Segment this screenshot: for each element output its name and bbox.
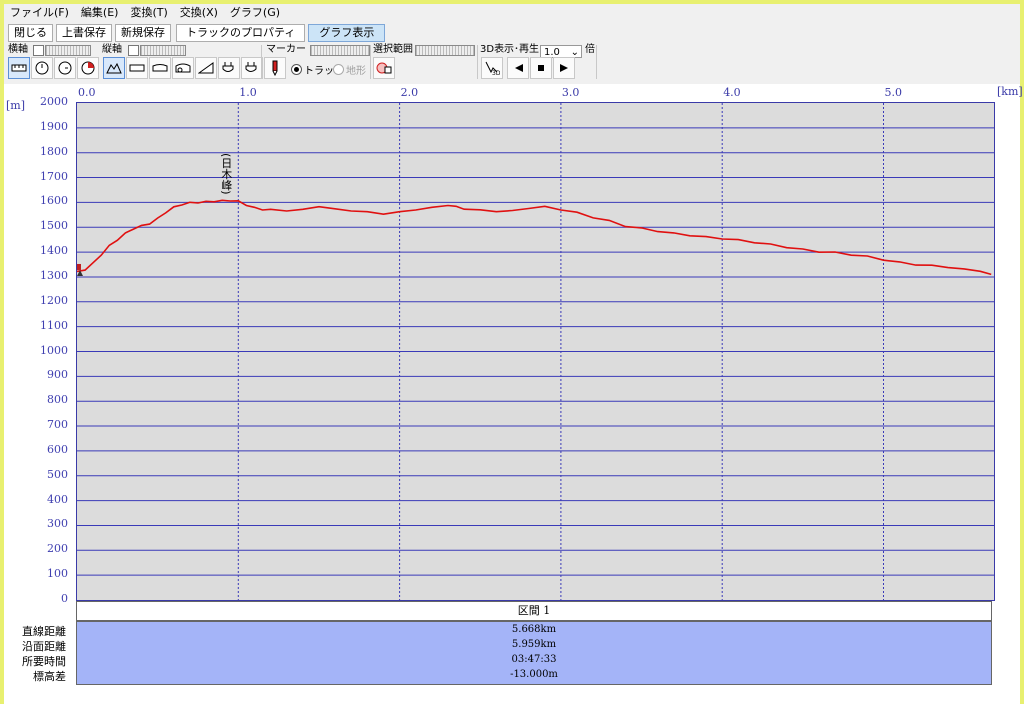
y-tick-label: 1000	[40, 343, 68, 357]
y-tick-label: 1300	[40, 268, 68, 282]
duration-value: 03:47:33	[511, 654, 557, 665]
peak-annotation: (日木峰)	[220, 153, 233, 195]
play-icon[interactable]	[553, 57, 575, 79]
y-tick-label: 1100	[40, 318, 68, 332]
toolbar-separator	[370, 45, 371, 79]
x-tick-label: 4.0	[723, 86, 741, 99]
graph-view-button[interactable]: グラフ表示	[308, 24, 386, 42]
clock-123-icon[interactable]	[54, 57, 76, 79]
menu-edit[interactable]: 編集(E)	[75, 4, 125, 22]
y-tick-label: 1500	[40, 219, 68, 233]
radio-terrain[interactable]: 地形	[333, 62, 366, 77]
menu-convert[interactable]: 変換(T)	[124, 4, 173, 22]
y-tick-label: 1200	[40, 293, 68, 307]
x-axis-checkbox[interactable]	[33, 45, 44, 56]
radio-terrain-dot	[333, 64, 344, 75]
elevation-chart-svg: (日木峰)	[76, 103, 994, 600]
x-axis-slider[interactable]	[45, 45, 91, 56]
segment-values: 5.668km 5.959km 03:47:33 -13.000m	[76, 621, 992, 685]
toolbar-separator	[261, 45, 262, 79]
save-new-button[interactable]: 新規保存	[115, 24, 171, 42]
close-button[interactable]: 閉じる	[8, 24, 53, 42]
elevation-diff-value: -13.000m	[510, 669, 558, 680]
menu-file[interactable]: ファイル(F)	[4, 4, 75, 22]
action-button-row: 閉じる 上書保存 新規保存 トラックのプロパティ グラフ表示	[8, 24, 386, 42]
chart-grid	[77, 103, 994, 600]
pie-clock-icon[interactable]	[77, 57, 99, 79]
y-tick-label: 400	[47, 492, 68, 506]
x-unit-label: [km]	[997, 85, 1023, 98]
slope-icon[interactable]	[195, 57, 217, 79]
horizontal-ruler-icon[interactable]	[126, 57, 148, 79]
selection-slider[interactable]	[415, 45, 475, 56]
y-tick-label: 1400	[40, 244, 68, 258]
elevation-profile-icon[interactable]	[103, 57, 125, 79]
y-axis-checkbox[interactable]	[128, 45, 139, 56]
y-tick-label: 700	[47, 418, 68, 432]
y-tick-label: 2000	[40, 95, 68, 108]
track-properties-button[interactable]: トラックのプロパティ	[176, 24, 306, 42]
plug-2-icon[interactable]	[241, 57, 263, 79]
x-tick-label: 1.0	[239, 86, 257, 99]
y-tick-label: 800	[47, 393, 68, 407]
y-tick-label: 600	[47, 442, 68, 456]
y-axis-slider[interactable]	[140, 45, 186, 56]
view-3d-text: 3D	[492, 70, 500, 76]
playback-label: 3D表示･再生	[480, 44, 540, 55]
marker-label: マーカー	[266, 44, 306, 55]
radio-track-dot	[291, 64, 302, 75]
start-marker	[77, 263, 81, 270]
x-tick-label: 5.0	[884, 86, 903, 99]
x-tick-label: 0.0	[78, 86, 96, 99]
y-tick-label: 200	[47, 542, 68, 556]
marker-slider[interactable]	[310, 45, 370, 56]
radio-terrain-label: 地形	[346, 66, 366, 77]
x-tick-label: 3.0	[561, 86, 580, 99]
y-tick-label: 1900	[40, 119, 68, 133]
surface-distance-value: 5.959km	[511, 639, 557, 650]
toolbar-separator	[596, 45, 597, 79]
y-tick-label: 900	[47, 368, 68, 382]
marker-pen-icon[interactable]	[264, 57, 286, 79]
flat-area-icon[interactable]	[149, 57, 171, 79]
duration-label: 所要時間	[22, 655, 66, 668]
y-tick-label: 300	[47, 517, 68, 531]
x-tick-label: 2.0	[400, 86, 419, 99]
surface-distance-label: 沿面距離	[22, 640, 66, 653]
curved-area-icon[interactable]	[172, 57, 194, 79]
y-tick-label: 500	[47, 467, 68, 481]
x-axis-label: 横軸	[8, 44, 28, 55]
y-tick-label: 1700	[40, 169, 68, 183]
y-tick-label: 1800	[40, 144, 68, 158]
selection-label: 選択範囲	[373, 44, 413, 55]
stop-icon[interactable]	[530, 57, 552, 79]
y-tick-label: 0	[61, 592, 68, 605]
elevation-diff-label: 標高差	[33, 670, 66, 683]
straight-distance-label: 直線距離	[22, 625, 66, 638]
view-3d-icon[interactable]: 3D	[481, 57, 503, 79]
segment-header: 区間 1	[76, 601, 992, 621]
y-tick-label: 1600	[40, 194, 68, 208]
clock-icon[interactable]	[31, 57, 53, 79]
straight-distance-value: 5.668km	[511, 624, 557, 635]
toolbar-separator	[477, 45, 478, 79]
ruler-icon[interactable]	[8, 57, 30, 79]
graph-toolbar: 横軸 縦軸 マーカー トラック 地形 選択範囲 3D表示･再生 1.0 ⌄ 倍 …	[4, 43, 1020, 83]
elevation-line	[76, 199, 992, 276]
overwrite-save-button[interactable]: 上書保存	[56, 24, 112, 42]
y-axis-label: 縦軸	[102, 44, 122, 55]
y-tick-label: 100	[47, 567, 68, 581]
menu-exchange[interactable]: 交換(X)	[174, 4, 224, 22]
plug-1-icon[interactable]	[218, 57, 240, 79]
menu-bar: ファイル(F) 編集(E) 変換(T) 交換(X) グラフ(G)	[4, 4, 1020, 22]
selection-range-icon[interactable]	[373, 57, 395, 79]
speed-unit: 倍	[585, 44, 595, 55]
rewind-icon[interactable]	[507, 57, 529, 79]
elevation-plot[interactable]: (日木峰)	[76, 102, 995, 601]
menu-graph[interactable]: グラフ(G)	[224, 4, 286, 22]
